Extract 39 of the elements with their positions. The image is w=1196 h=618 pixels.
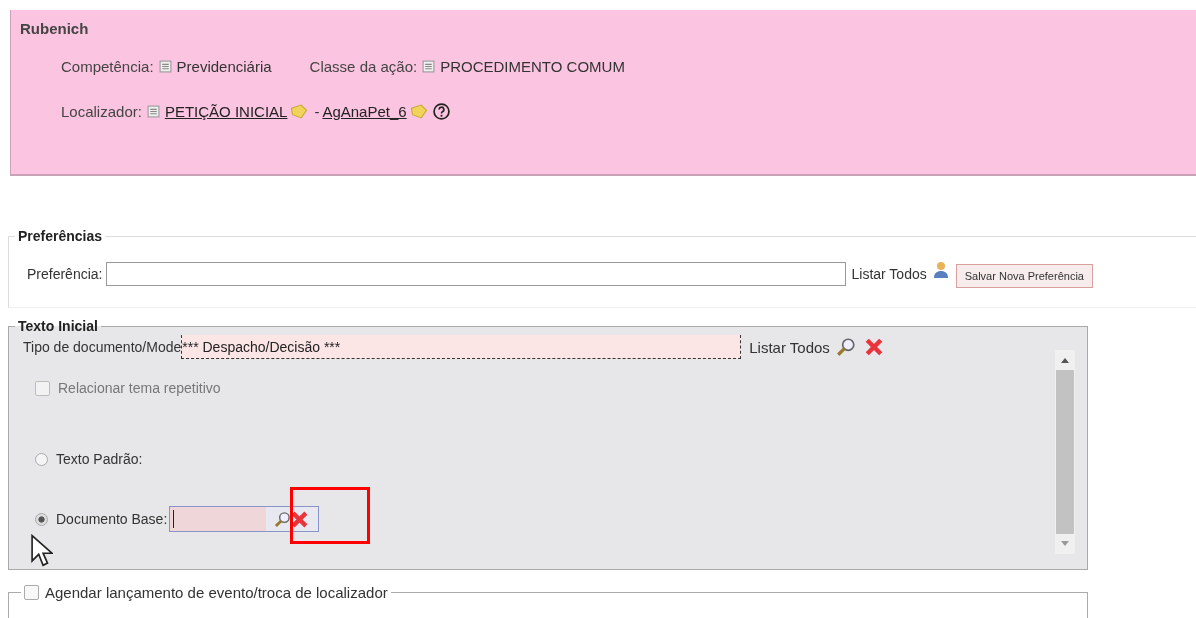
help-icon[interactable]	[432, 102, 450, 120]
list-all-link[interactable]: Listar Todos	[851, 266, 927, 282]
document-icon	[422, 59, 436, 73]
locator-link[interactable]: AgAnaPet_6	[322, 102, 407, 120]
checkbox-label: Relacionar tema repetitivo	[58, 380, 221, 396]
section-legend: Texto Inicial	[15, 318, 101, 334]
save-preference-button[interactable]: Salvar Nova Preferência	[955, 264, 1093, 288]
radio-label: Texto Padrão:	[56, 451, 143, 467]
field-label: Localizador:	[61, 102, 142, 120]
scroll-up-icon[interactable]	[1061, 357, 1069, 363]
document-icon	[146, 104, 160, 118]
checkbox[interactable]	[24, 585, 39, 600]
field-value: PROCEDIMENTO COMUM	[440, 57, 625, 75]
radio-button[interactable]	[35, 452, 48, 466]
separator-text: -	[314, 102, 320, 120]
document-icon	[158, 59, 172, 73]
document-type-field[interactable]: *** Despacho/Decisão ***	[181, 335, 742, 359]
field-value: Previdenciária	[176, 57, 272, 75]
party-name: Rubenich	[20, 20, 90, 37]
clear-icon[interactable]	[291, 510, 309, 528]
checkbox-label: Agendar lançamento de evento/troca de localizador	[45, 584, 388, 601]
radio-button[interactable]	[35, 512, 48, 526]
list-all-link[interactable]: Listar Todos	[749, 338, 830, 356]
scroll-down-icon[interactable]	[1061, 541, 1069, 547]
field-label: Preferência:	[27, 266, 103, 282]
scrollbar[interactable]	[1055, 350, 1075, 554]
clear-icon[interactable]	[864, 338, 883, 356]
section-legend: Preferências	[15, 228, 106, 244]
field-label: Classe da ação:	[309, 57, 418, 75]
radio-label: Documento Base:	[56, 511, 168, 527]
field-label: Competência:	[61, 57, 154, 75]
search-icon[interactable]	[274, 510, 292, 528]
field-label: Tipo de documento/Mode	[23, 339, 182, 355]
user-icon[interactable]	[932, 261, 949, 279]
locator-link[interactable]: PETIÇÃO INICIAL	[164, 102, 288, 120]
mouse-cursor-icon	[31, 534, 53, 568]
preference-field[interactable]	[106, 262, 847, 286]
base-document-field[interactable]	[169, 506, 320, 532]
search-icon[interactable]	[835, 337, 856, 357]
